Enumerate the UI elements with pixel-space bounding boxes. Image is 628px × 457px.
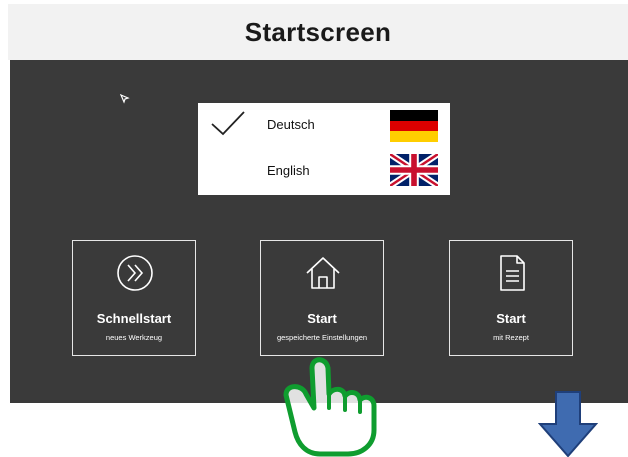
home-icon	[306, 257, 340, 289]
document-icon	[500, 255, 525, 291]
language-label-deutsch: Deutsch	[267, 117, 315, 132]
tile-title: Start	[496, 311, 526, 326]
arrow-down-icon	[538, 391, 598, 457]
tile-subtitle: gespeicherte Einstellungen	[276, 333, 368, 342]
uk-flag-icon	[390, 154, 438, 186]
language-label-english: English	[267, 163, 310, 178]
tile-subtitle: neues Werkzeug	[105, 333, 163, 342]
checkmark-icon	[211, 111, 245, 136]
germany-flag-icon	[390, 110, 438, 142]
page-title: Startscreen	[244, 16, 392, 47]
start-recipe-button[interactable]: Start mit Rezept	[449, 240, 573, 356]
language-option-deutsch[interactable]: Deutsch	[198, 103, 450, 149]
start-saved-settings-button[interactable]: Start gespeicherte Einstellungen	[260, 240, 384, 356]
tile-title: Start	[307, 311, 337, 326]
title-bar: Startscreen	[8, 4, 628, 60]
quickstart-button[interactable]: Schnellstart neues Werkzeug	[72, 240, 196, 356]
cursor-icon	[120, 94, 130, 104]
tile-title: Schnellstart	[96, 311, 172, 326]
tap-gesture-hand-icon	[283, 357, 377, 457]
language-selector: Deutsch English	[198, 103, 450, 195]
tile-subtitle: mit Rezept	[493, 333, 529, 342]
double-chevron-right-icon	[117, 255, 153, 291]
language-option-english[interactable]: English	[198, 149, 450, 195]
